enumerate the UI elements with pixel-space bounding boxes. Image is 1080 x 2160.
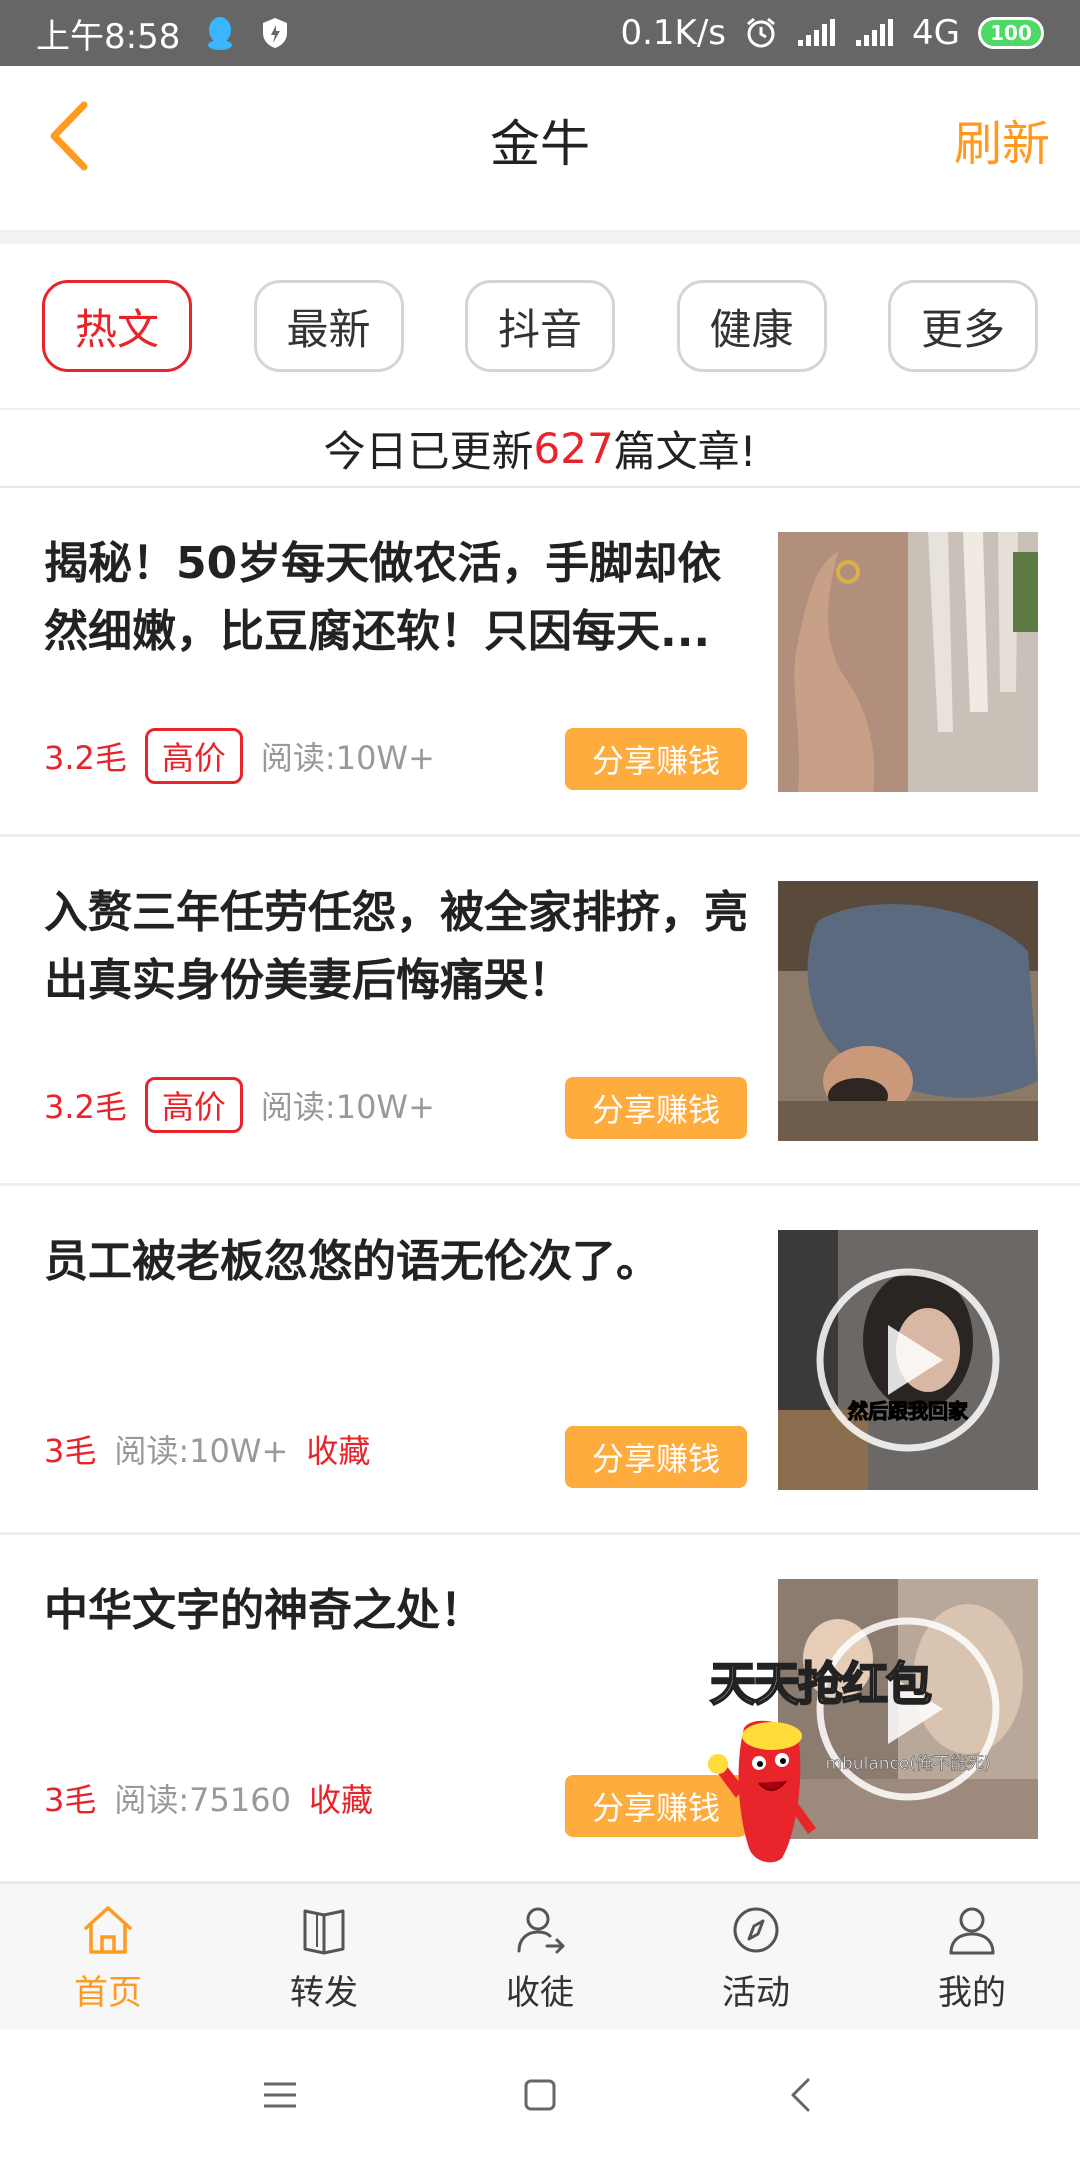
nav-activity[interactable]: 活动 <box>648 1884 864 2030</box>
article-item[interactable]: 员工被老板忽悠的语无伦次了。 3毛 阅读:10W+ 收藏 分享赚钱 然后跟我回家 <box>0 1186 1080 1535</box>
nav-mine-label: 我的 <box>938 1972 1006 2013</box>
alarm-icon <box>744 16 778 50</box>
notice-prefix: 今日已更新 <box>323 426 534 476</box>
article-title[interactable]: 入赘三年任劳任怨，被全家排挤，亮出真实身份美妻后悔痛哭！ <box>44 879 764 1015</box>
nav-activity-label: 活动 <box>722 1972 790 2013</box>
battery-icon: 100 <box>978 17 1044 49</box>
square-icon <box>524 2079 556 2111</box>
book-icon <box>303 1909 345 1954</box>
share-earn-button[interactable]: 分享赚钱 <box>565 1426 747 1488</box>
nav-forward-label: 转发 <box>290 1972 358 2013</box>
update-notice: 今日已更新 627 篇文章! <box>0 410 1080 488</box>
article-reads: 阅读:10W+ <box>114 1432 289 1470</box>
tab-more[interactable]: 更多 <box>888 280 1038 372</box>
nav-home-label: 首页 <box>74 1972 142 2013</box>
system-navigation <box>0 2030 1080 2160</box>
article-meta: 3毛 阅读:10W+ 收藏 <box>44 1426 370 1472</box>
collect-button[interactable]: 收藏 <box>306 1426 370 1472</box>
article-title[interactable]: 员工被老板忽悠的语无伦次了。 <box>44 1228 764 1296</box>
article-price: 3.2毛 <box>44 739 127 777</box>
compass-icon <box>733 1907 779 1952</box>
share-earn-button[interactable]: 分享赚钱 <box>565 1077 747 1139</box>
tab-latest[interactable]: 最新 <box>253 280 404 372</box>
status-time: 上午8:58 <box>36 16 181 57</box>
refresh-button[interactable]: 刷新 <box>954 104 1050 174</box>
signal-icon-1 <box>796 18 836 48</box>
article-price: 3毛 <box>44 1781 97 1819</box>
page-title: 金牛 <box>490 115 590 173</box>
article-price: 3.2毛 <box>44 1088 127 1126</box>
article-meta: 3.2毛 高价 阅读:10W+ <box>44 728 435 784</box>
chevron-left-icon <box>791 2078 810 2112</box>
article-reads: 阅读:75160 <box>114 1781 291 1819</box>
notice-suffix: 篇文章! <box>613 426 757 476</box>
home-button[interactable] <box>510 2065 570 2125</box>
tab-hot[interactable]: 热文 <box>42 280 192 372</box>
high-price-badge: 高价 <box>144 728 243 784</box>
article-title[interactable]: 揭秘！50岁每天做农活，手脚却依然细嫩，比豆腐还软！只因每天... <box>44 530 764 666</box>
menu-button[interactable] <box>250 2065 310 2125</box>
share-earn-button[interactable]: 分享赚钱 <box>565 728 747 790</box>
qq-icon <box>204 15 236 51</box>
article-item[interactable]: 入赘三年任劳任怨，被全家排挤，亮出真实身份美妻后悔痛哭！ 3.2毛 高价 阅读:… <box>0 837 1080 1186</box>
article-thumbnail[interactable] <box>778 881 1038 1141</box>
divider <box>0 230 1080 244</box>
nav-recruit-label: 收徒 <box>506 1972 574 2013</box>
app-header: 金牛 刷新 <box>0 66 1080 230</box>
category-tabs: 热文 最新 抖音 健康 更多 <box>0 244 1080 410</box>
red-packet-promo[interactable]: 天天抢红包 <box>704 1648 934 1878</box>
high-price-badge: 高价 <box>144 1077 243 1133</box>
red-mascot-icon <box>708 1720 816 1863</box>
back-nav-button[interactable] <box>770 2065 830 2125</box>
video-thumbnail[interactable]: 然后跟我回家 <box>778 1230 1038 1490</box>
signal-icon-2 <box>854 18 894 48</box>
video-caption: 然后跟我回家 <box>848 1399 969 1423</box>
nav-forward[interactable]: 转发 <box>216 1884 432 2030</box>
article-thumbnail[interactable] <box>778 532 1038 792</box>
article-price: 3毛 <box>44 1432 97 1470</box>
user-share-icon <box>517 1907 565 1953</box>
article-item[interactable]: 揭秘！50岁每天做农活，手脚却依然细嫩，比豆腐还软！只因每天... 3.2毛 高… <box>0 488 1080 837</box>
menu-icon <box>264 2082 296 2108</box>
shield-icon <box>260 16 290 50</box>
nav-mine[interactable]: 我的 <box>864 1884 1080 2030</box>
nav-home[interactable]: 首页 <box>0 1884 216 2030</box>
tab-douyin[interactable]: 抖音 <box>465 280 615 372</box>
notice-count: 627 <box>533 423 614 473</box>
collect-button[interactable]: 收藏 <box>309 1775 373 1821</box>
article-title[interactable]: 中华文字的神奇之处！ <box>44 1577 764 1645</box>
user-icon <box>949 1907 995 1954</box>
nav-recruit[interactable]: 收徒 <box>432 1884 648 2030</box>
network-type: 4G <box>912 13 960 53</box>
article-meta: 3.2毛 高价 阅读:10W+ <box>44 1077 435 1133</box>
home-icon <box>84 1905 132 1954</box>
article-reads: 阅读:10W+ <box>260 1088 435 1126</box>
status-bar: 上午8:58 0.1K/s 4G 100 <box>0 0 1080 66</box>
article-reads: 阅读:10W+ <box>260 739 435 777</box>
network-speed: 0.1K/s <box>620 13 727 53</box>
tab-health[interactable]: 健康 <box>676 280 827 372</box>
bottom-navigation: 首页 转发 收徒 活动 我的 <box>0 1882 1080 2030</box>
article-meta: 3毛 阅读:75160 收藏 <box>44 1775 373 1821</box>
